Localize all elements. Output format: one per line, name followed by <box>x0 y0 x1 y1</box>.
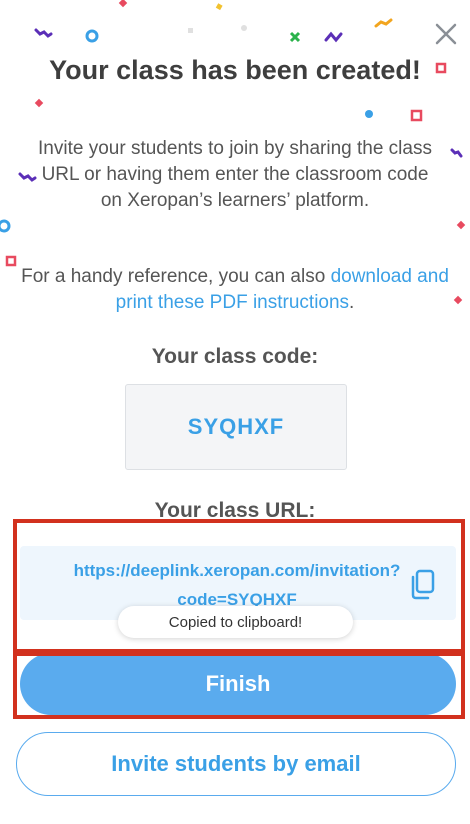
highlight-url-box <box>13 519 465 653</box>
reference-prefix: For a handy reference, you can also <box>21 266 331 287</box>
class-code-value: SYQHXF <box>125 384 347 470</box>
highlight-finish-button <box>13 652 465 719</box>
reference-text: For a handy reference, you can also down… <box>20 264 450 316</box>
class-code-label: Your class code: <box>151 345 319 368</box>
dialog-description: Invite your students to join by sharing … <box>38 138 432 211</box>
close-button[interactable] <box>432 20 460 48</box>
close-icon <box>435 23 457 45</box>
invite-by-email-button[interactable]: Invite students by email <box>16 732 456 796</box>
reference-suffix: . <box>349 292 355 313</box>
dialog-title: Your class has been created! <box>49 55 421 85</box>
